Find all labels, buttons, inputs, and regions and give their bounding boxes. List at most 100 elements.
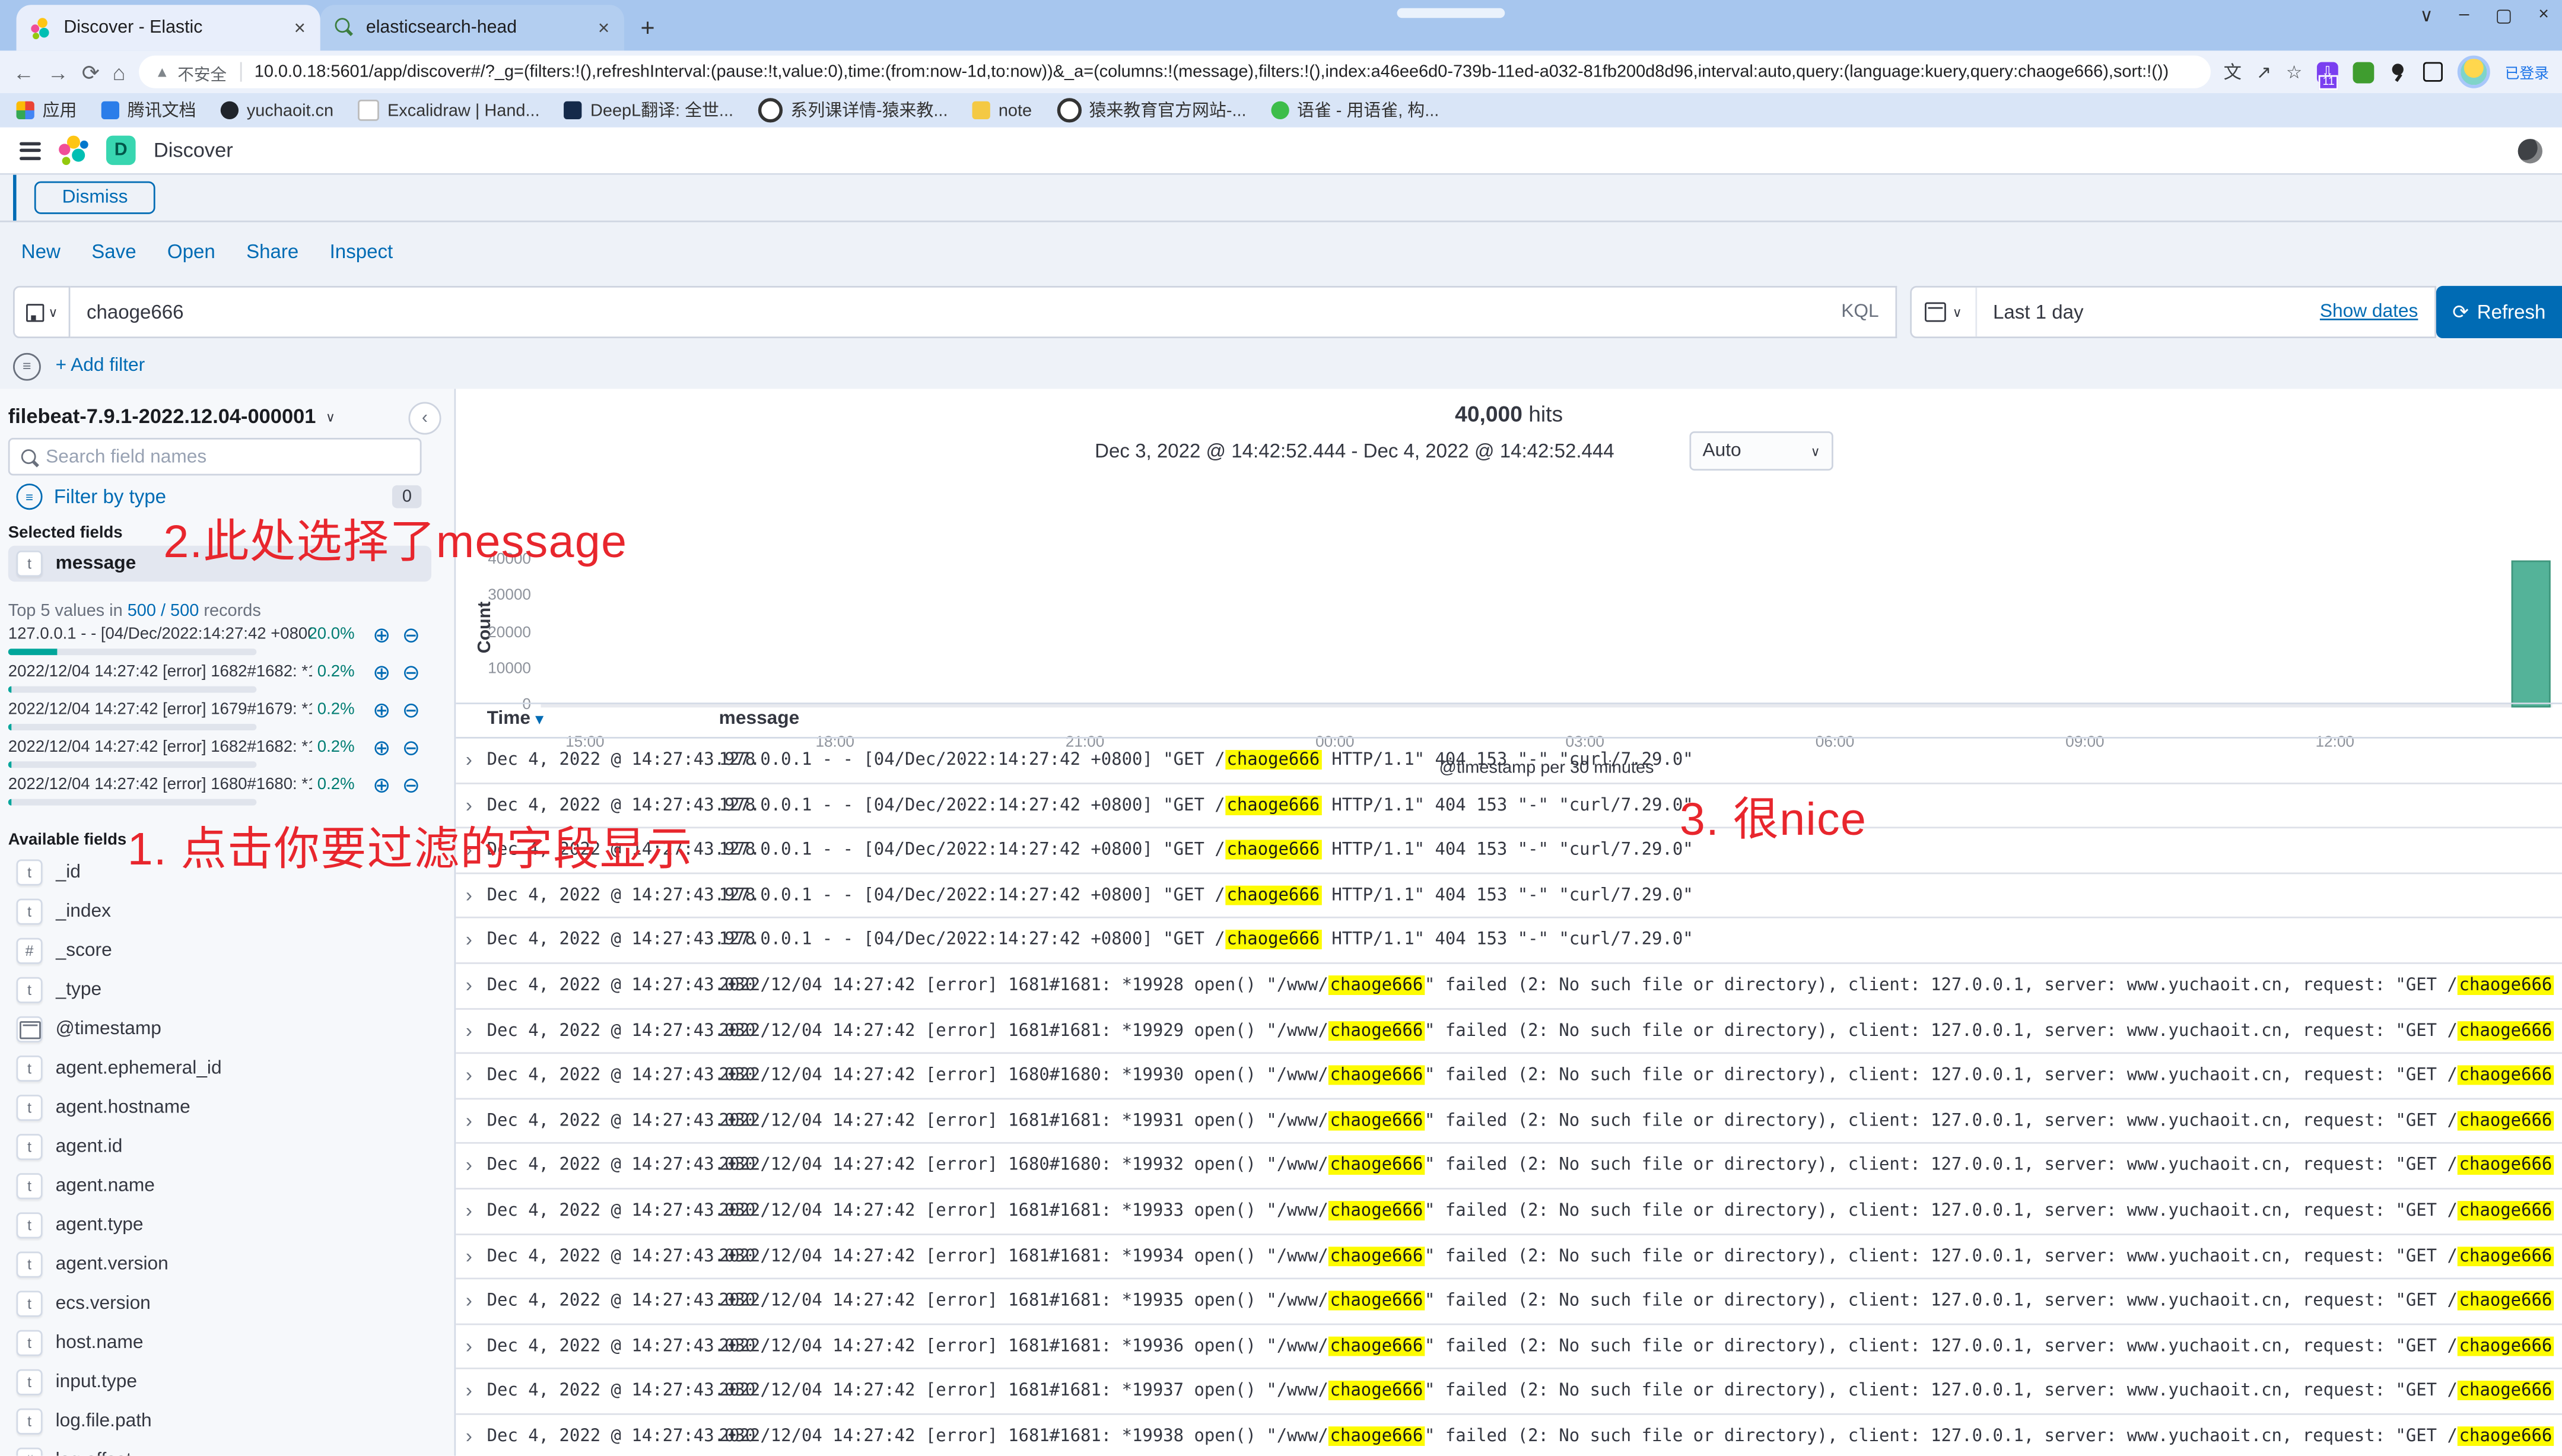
field-row-_index[interactable]: t_index (8, 894, 431, 930)
bookmark-star-icon[interactable]: ☆ (2286, 61, 2302, 82)
filter-for-value-icon[interactable]: ⊕ (373, 698, 390, 724)
field-row-agent.ephemeral_id[interactable]: tagent.ephemeral_id (8, 1051, 431, 1087)
filter-menu-icon[interactable]: ≡ (13, 352, 41, 380)
pin-icon[interactable] (2389, 62, 2408, 82)
table-row[interactable]: ›Dec 4, 2022 @ 14:27:43.0302022/12/04 14… (456, 1370, 2562, 1415)
close-window-icon[interactable]: × (2538, 5, 2549, 26)
bookmark-item[interactable]: 应用 (17, 98, 77, 122)
expand-row-icon[interactable]: › (466, 793, 472, 816)
field-row-host.name[interactable]: thost.name (8, 1325, 431, 1361)
table-row[interactable]: ›Dec 4, 2022 @ 14:27:43.0302022/12/04 14… (456, 1009, 2562, 1054)
filter-out-value-icon[interactable]: ⊖ (402, 773, 420, 799)
table-row[interactable]: ›Dec 4, 2022 @ 14:27:43.0302022/12/04 14… (456, 1099, 2562, 1145)
show-dates-link[interactable]: Show dates (2320, 302, 2418, 322)
menu-item-open[interactable]: Open (167, 240, 215, 263)
expand-row-icon[interactable]: › (466, 1244, 472, 1267)
table-row[interactable]: ›Dec 4, 2022 @ 14:27:43.0302022/12/04 14… (456, 1190, 2562, 1235)
table-row[interactable]: ›Dec 4, 2022 @ 14:27:43.0302022/12/04 14… (456, 1145, 2562, 1190)
expand-row-icon[interactable]: › (466, 1289, 472, 1312)
maximize-icon[interactable]: ▢ (2496, 5, 2513, 26)
table-row[interactable]: ›Dec 4, 2022 @ 14:27:43.978127.0.0.1 - -… (456, 829, 2562, 874)
translate-icon[interactable]: 文 (2224, 59, 2242, 85)
field-row-log.offset[interactable]: #log.offset (8, 1443, 431, 1456)
calendar-dropdown[interactable]: ∨ (1912, 288, 1977, 337)
expand-row-icon[interactable]: › (466, 1334, 472, 1358)
field-row-agent.hostname[interactable]: tagent.hostname (8, 1090, 431, 1126)
table-row[interactable]: ›Dec 4, 2022 @ 14:27:43.0302022/12/04 14… (456, 1325, 2562, 1370)
filter-for-value-icon[interactable]: ⊕ (373, 660, 390, 686)
sidebar-toggle-icon[interactable] (2423, 62, 2443, 82)
field-row-log.file.path[interactable]: tlog.file.path (8, 1404, 431, 1440)
menu-item-save[interactable]: Save (91, 240, 136, 263)
filter-out-value-icon[interactable]: ⊖ (402, 622, 420, 648)
saved-query-button[interactable]: ∨ (13, 286, 70, 338)
collapse-sidebar-icon[interactable]: ‹ (408, 402, 441, 434)
histogram-chart[interactable]: Count @timestamp per 30 minutes 01000020… (456, 468, 2562, 710)
query-input[interactable]: chaoge666 KQL (70, 286, 1897, 338)
back-icon[interactable]: ← (13, 61, 34, 82)
interval-select[interactable]: Auto ∨ (1689, 431, 1833, 471)
table-row[interactable]: ›Dec 4, 2022 @ 14:27:43.0302022/12/04 14… (456, 1415, 2562, 1456)
new-tab-button[interactable]: + (641, 15, 655, 43)
menu-hamburger-icon[interactable] (20, 141, 41, 159)
profile-avatar[interactable] (2458, 56, 2490, 88)
expand-row-icon[interactable]: › (466, 883, 472, 907)
bookmark-item[interactable]: 猿来教育官方网站-... (1056, 98, 1246, 122)
expand-row-icon[interactable]: › (466, 1019, 472, 1042)
selected-field-message[interactable]: t message (8, 546, 431, 582)
url-text[interactable]: 10.0.0.18:5601/app/discover#/?_g=(filter… (255, 62, 2194, 82)
query-language-toggle[interactable]: KQL (1841, 302, 1878, 322)
records-link[interactable]: 500 / 500 (128, 601, 199, 621)
bookmark-item[interactable]: 系列课详情-猿来教... (758, 98, 948, 122)
column-message[interactable]: message (719, 709, 800, 729)
table-row[interactable]: ›Dec 4, 2022 @ 14:27:43.0302022/12/04 14… (456, 1235, 2562, 1280)
forward-icon[interactable]: → (47, 61, 69, 82)
elastic-logo-icon[interactable] (59, 136, 88, 166)
extension-green-icon[interactable] (2353, 61, 2374, 82)
filter-for-value-icon[interactable]: ⊕ (373, 622, 390, 648)
bookmark-item[interactable]: 语雀 - 用语雀, 构... (1271, 98, 1439, 122)
field-row-agent.name[interactable]: tagent.name (8, 1168, 431, 1204)
expand-row-icon[interactable]: › (466, 1064, 472, 1087)
add-filter-link[interactable]: + Add filter (56, 356, 145, 376)
home-icon[interactable]: ⌂ (113, 61, 126, 82)
bookmark-item[interactable]: DeepL翻译: 全世... (564, 98, 733, 122)
table-row[interactable]: ›Dec 4, 2022 @ 14:27:43.978127.0.0.1 - -… (456, 874, 2562, 919)
menu-item-share[interactable]: Share (246, 240, 298, 263)
time-range-label[interactable]: Last 1 day (1993, 301, 2083, 324)
table-row[interactable]: ›Dec 4, 2022 @ 14:27:43.0302022/12/04 14… (456, 1280, 2562, 1325)
table-row[interactable]: ›Dec 4, 2022 @ 14:27:43.978127.0.0.1 - -… (456, 919, 2562, 964)
expand-row-icon[interactable]: › (466, 974, 472, 997)
minimize-icon[interactable]: – (2459, 5, 2469, 26)
search-field-names-input[interactable]: Search field names (8, 438, 422, 475)
dismiss-button[interactable]: Dismiss (34, 182, 155, 214)
expand-row-icon[interactable]: › (466, 748, 472, 771)
tab-elasticsearch-head[interactable]: elasticsearch-head × (320, 5, 624, 50)
filter-by-type[interactable]: ≡ Filter by type 0 (17, 484, 422, 510)
expand-row-icon[interactable]: › (466, 929, 472, 952)
table-row[interactable]: ›Dec 4, 2022 @ 14:27:43.978127.0.0.1 - -… (456, 739, 2562, 784)
window-menu-icon[interactable]: ∨ (2420, 5, 2433, 26)
refresh-button[interactable]: ⟳ Refresh (2436, 286, 2562, 338)
bookmark-item[interactable]: Excalidraw | Hand... (358, 100, 539, 121)
column-time[interactable]: Time ▾ (487, 709, 543, 729)
table-row[interactable]: ›Dec 4, 2022 @ 14:27:43.0302022/12/04 14… (456, 1054, 2562, 1099)
reload-icon[interactable]: ⟳ (82, 61, 100, 82)
filter-for-value-icon[interactable]: ⊕ (373, 735, 390, 761)
close-icon[interactable]: × (294, 17, 306, 40)
expand-row-icon[interactable]: › (466, 1199, 472, 1222)
bookmark-item[interactable]: note (972, 100, 1032, 120)
bookmark-item[interactable]: 腾讯文档 (101, 98, 196, 122)
close-icon[interactable]: × (598, 17, 609, 40)
filter-out-value-icon[interactable]: ⊖ (402, 735, 420, 761)
expand-row-icon[interactable]: › (466, 838, 472, 861)
theme-icon[interactable] (2518, 138, 2542, 163)
filter-out-value-icon[interactable]: ⊖ (402, 660, 420, 686)
table-row[interactable]: ›Dec 4, 2022 @ 14:27:43.0302022/12/04 14… (456, 964, 2562, 1009)
tab-discover-elastic[interactable]: Discover - Elastic × (17, 5, 320, 50)
field-row-agent.version[interactable]: tagent.version (8, 1247, 431, 1283)
space-badge[interactable]: D (106, 136, 136, 166)
field-row-_score[interactable]: #_score (8, 933, 431, 969)
expand-row-icon[interactable]: › (466, 1109, 472, 1132)
menu-item-inspect[interactable]: Inspect (330, 240, 393, 263)
